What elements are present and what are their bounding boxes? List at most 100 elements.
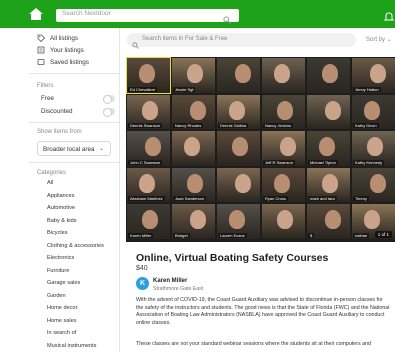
video-tile — [307, 94, 350, 129]
participant-face — [274, 173, 290, 193]
sort-by-dropdown[interactable]: Sort by ⌄ — [366, 36, 392, 43]
free-toggle[interactable] — [103, 95, 115, 104]
listing-icon — [37, 46, 45, 54]
video-tile — [262, 204, 305, 239]
participant-face — [232, 137, 248, 156]
category-item[interactable]: Clothing & accessories — [47, 243, 104, 249]
show-items-heading: Show items from — [37, 129, 82, 135]
category-item[interactable]: Musical instruments — [47, 343, 96, 349]
video-tile — [217, 131, 260, 166]
video-tile: Jessie Sgt — [172, 58, 215, 93]
chevron-down-icon: ⌄ — [386, 37, 392, 43]
participant-name: Jeff R Swanson — [263, 159, 295, 165]
category-item[interactable]: Furniture — [47, 268, 69, 274]
video-tile: Ryan Cross — [262, 167, 305, 202]
participant-name: John C Swanson — [128, 159, 163, 165]
category-item[interactable]: In search of — [47, 330, 76, 336]
participant-face — [235, 173, 251, 193]
participant-face — [370, 173, 386, 193]
video-tile: Michael Tipton — [307, 131, 350, 166]
participant-name: Michael Tipton — [308, 159, 338, 165]
avatar[interactable]: K — [136, 277, 149, 290]
chevron-down-icon: ⌄ — [98, 146, 104, 152]
video-tile: Kathy Dixon — [352, 94, 395, 129]
participant-face — [145, 137, 161, 156]
video-tile: Jeff R Swanson — [262, 131, 305, 166]
filter-label: Discounted — [41, 108, 73, 115]
show-items-select[interactable]: Broader local area ⌄ — [37, 141, 111, 156]
category-item[interactable]: Home decor — [47, 305, 77, 311]
participant-name: Jessie Sgt — [173, 86, 196, 92]
participant-name: mark and tara — [308, 196, 337, 201]
participant-name: Joan Sanderson — [173, 196, 207, 201]
participant-face — [364, 210, 380, 229]
sort-label: Sort by — [366, 37, 386, 43]
category-item[interactable]: Garage sales — [47, 280, 80, 286]
participant-name: Ryan Cross — [263, 196, 288, 201]
sidebar-item-label: Your listings — [50, 46, 84, 54]
category-item[interactable]: Bicycles — [47, 230, 68, 236]
search-placeholder: Search Nextdoor — [62, 10, 111, 17]
category-item[interactable]: Home sales — [47, 318, 77, 324]
video-tile: Dennis Gallina — [217, 94, 260, 129]
category-item[interactable]: Electronics — [47, 255, 74, 261]
video-tile: John C Swanson — [127, 131, 170, 166]
category-item[interactable]: Automotive — [47, 205, 75, 211]
participant-name: Karen Miller — [128, 232, 154, 238]
video-tile — [262, 58, 305, 93]
participant-name: nathan — [353, 232, 370, 238]
sidebar-item-your-listings[interactable]: Your listings — [37, 45, 84, 55]
participant-name: Dennis Swanson — [128, 123, 163, 128]
seller-name[interactable]: Karen Miller — [153, 278, 187, 284]
filters-heading: Filters — [37, 83, 54, 89]
nextdoor-search-input[interactable]: Search Nextdoor — [56, 9, 239, 24]
participant-name: Jenny Hatton — [353, 86, 381, 92]
participant-name: Kathy Dixon — [353, 123, 379, 128]
photo-counter: 1 of 1 — [374, 231, 392, 238]
participant-face — [229, 210, 245, 229]
listing-photo[interactable]: Ed Chevaliere Jessie Sgt Jenny Hatton Denni… — [126, 57, 395, 242]
video-tile — [172, 131, 215, 166]
category-item[interactable]: All — [47, 180, 53, 186]
video-tile: Joan Sanderson — [172, 167, 215, 202]
category-item[interactable]: Garden — [47, 293, 66, 299]
participant-face — [184, 137, 200, 156]
participant-face — [190, 100, 206, 120]
participant-face — [142, 210, 158, 229]
discounted-toggle[interactable] — [103, 108, 115, 117]
sidebar-item-saved-listings[interactable]: Saved listings — [37, 57, 89, 67]
category-item[interactable]: Baby & kids — [47, 218, 77, 224]
participant-name: Timmy — [353, 196, 369, 201]
search-icon — [132, 36, 139, 54]
home-icon[interactable] — [28, 7, 44, 21]
sidebar-divider — [29, 73, 119, 74]
video-tile: mark and tara — [307, 167, 350, 202]
tag-icon — [37, 34, 46, 43]
video-tile: Dennis Swanson — [127, 94, 170, 129]
participant-face — [229, 100, 245, 120]
sidebar-item-all-listings[interactable]: All listings — [37, 33, 78, 43]
video-tile: Kathy Kennedy — [352, 131, 395, 166]
video-tile: Nancy Rhodes — [172, 94, 215, 129]
video-tile: Jenny Hatton — [352, 58, 395, 93]
participant-face — [187, 173, 203, 193]
notification-icon[interactable] — [383, 9, 395, 21]
participant-face — [274, 64, 290, 83]
marketplace-search-input[interactable]: Search items in For Sale & Free — [127, 33, 356, 49]
participant-face — [325, 210, 341, 229]
participant-face — [325, 100, 341, 120]
participant-face — [277, 100, 293, 120]
video-tile — [217, 167, 260, 202]
listing-description-continued: These classes are not your standard webi… — [136, 341, 371, 347]
category-item[interactable]: Appliances — [47, 193, 74, 199]
participant-name: Ed Chevaliere — [128, 86, 158, 92]
participant-face — [364, 100, 380, 120]
listing-title: Online, Virtual Boating Safety Courses — [136, 252, 329, 264]
video-tile: $ — [307, 204, 350, 239]
seller-location: Strathmore Gate East — [153, 286, 204, 292]
participant-face — [139, 64, 155, 83]
video-tile: Karen Miller — [127, 204, 170, 239]
participant-face — [190, 210, 206, 229]
participant-face — [322, 173, 338, 193]
search-icon[interactable] — [223, 11, 231, 29]
